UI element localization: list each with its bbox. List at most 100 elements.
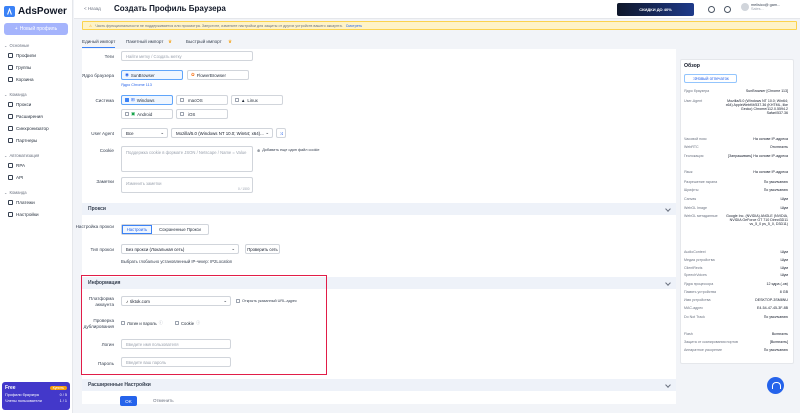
kernel-flowerbrowser[interactable]: ✿ FlowerBrowser bbox=[187, 70, 249, 80]
sidebar-item-groups[interactable]: Группы bbox=[8, 65, 31, 70]
tags-input[interactable]: Найти метку / Создать метку bbox=[121, 51, 253, 61]
sunbrowser-icon: ◉ bbox=[125, 72, 129, 77]
help-icon[interactable] bbox=[708, 6, 715, 13]
overview-row-key: Do Not Track bbox=[684, 315, 705, 319]
os-android[interactable]: ▣ Android bbox=[121, 109, 173, 119]
api-icon bbox=[8, 175, 13, 180]
ua-value: Mozilla/5.0 (Windows NT 10.0; Win64; x64… bbox=[176, 130, 264, 136]
highlight-box bbox=[81, 275, 327, 375]
sidebar-item-trash[interactable]: Корзина bbox=[8, 77, 34, 82]
tab-quick-import[interactable]: Быстрый импорт bbox=[186, 39, 222, 44]
sidebar-section-team[interactable]: ⌄ Команда bbox=[4, 92, 27, 97]
sidebar-item-label: RPA bbox=[16, 163, 26, 168]
sidebar-item-label: Корзина bbox=[16, 77, 34, 82]
cookie-textarea[interactable]: Поддержка cookie в формате JSON / Netsca… bbox=[121, 146, 253, 172]
ok-button[interactable]: OK bbox=[120, 396, 137, 406]
sidebar-item-proxy[interactable]: Прокси bbox=[8, 102, 31, 107]
sidebar-section-main[interactable]: ⌄ Основные bbox=[4, 43, 29, 48]
overview-row-value: SunBrowser [Chrome 113] bbox=[745, 89, 788, 93]
app-logo[interactable]: AdsPower bbox=[4, 4, 67, 18]
notes-textarea[interactable]: Изменить заметки bbox=[121, 177, 253, 193]
chevron-down-icon: ⌄ bbox=[231, 246, 235, 251]
sidebar-item-label: Расширения bbox=[16, 114, 43, 119]
notification-icon[interactable] bbox=[724, 6, 731, 13]
overview-row-key: WebGL Image bbox=[684, 206, 707, 210]
payments-icon bbox=[8, 200, 13, 205]
proxy-type-value: Без прокси (Локальная сеть) bbox=[126, 246, 185, 252]
plan-card: Free Купить Профили браузера 0 / 5 Члены п… bbox=[2, 382, 70, 410]
overview-row-value: По умолчанию bbox=[763, 180, 788, 184]
kernel-sunbrowser[interactable]: ◉ SunBrowser bbox=[121, 70, 183, 80]
advanced-section-header[interactable]: Расширенные Настройки bbox=[82, 379, 676, 391]
chevron-down-icon bbox=[665, 382, 671, 388]
new-fingerprint-button[interactable]: ⤨ Новый отпечаток bbox=[684, 74, 737, 83]
proxy-type-label: Тип прокси bbox=[90, 247, 114, 252]
add-cookie-file[interactable]: ⊕ Добавить еще один файл cookie bbox=[257, 148, 320, 153]
tab-single-import[interactable]: Единый импорт bbox=[82, 39, 115, 44]
new-profile-button[interactable]: + Новый профиль bbox=[4, 23, 68, 35]
cookie-label: Cookie bbox=[99, 148, 114, 153]
ua-select[interactable]: Mozilla/5.0 (Windows NT 10.0; Win64; x64… bbox=[171, 128, 273, 138]
ua-label: User Agent bbox=[91, 131, 114, 136]
shuffle-ua-button[interactable]: ⤨ bbox=[276, 128, 286, 138]
proxy-tab-configure[interactable]: Настроить bbox=[122, 225, 152, 234]
notes-label: Заметки bbox=[96, 179, 114, 184]
adspower-logo-icon bbox=[4, 5, 15, 17]
user-menu[interactable]: melisico@ gam... Sales... bbox=[741, 3, 780, 11]
overview-row-key: MAC-адрес bbox=[684, 306, 704, 310]
overview-row-key: Canvas bbox=[684, 197, 697, 201]
sidebar-item-label: Профили bbox=[16, 53, 37, 58]
overview-row-key: Шрифты bbox=[684, 188, 699, 192]
overview-row-value: DESKTOP-3SM8NU bbox=[755, 298, 788, 302]
chevron-icon: ⌄ bbox=[4, 43, 8, 48]
sidebar-item-settings[interactable]: Настройки bbox=[8, 212, 39, 217]
os-ios[interactable]: iOS bbox=[176, 109, 228, 119]
active-tab-indicator bbox=[82, 47, 115, 48]
overview-row-key: WebGL метаданные bbox=[684, 214, 718, 218]
overview-row-key: Имя устройства bbox=[684, 298, 711, 302]
overview-row-value: Шум bbox=[780, 206, 788, 210]
proxy-section-header[interactable]: Прокси bbox=[82, 203, 676, 215]
sidebar-item-extensions[interactable]: Расширения bbox=[8, 114, 43, 119]
cancel-button[interactable]: Отменить bbox=[153, 398, 174, 403]
sidebar-item-label: Группы bbox=[16, 65, 32, 70]
banner-link[interactable]: Смотреть bbox=[346, 24, 362, 28]
os-macos[interactable]: macOS bbox=[176, 95, 228, 105]
sidebar-item-label: Синхронизатор bbox=[16, 126, 49, 131]
warning-banner: ⚠ Часть функциональности не поддерживаетс… bbox=[82, 21, 797, 30]
sidebar-item-partners[interactable]: Партнеры bbox=[8, 138, 37, 143]
overview-row-value: Google Inc. (NVIDIA) ANGLE (NVIDIA, NVID… bbox=[726, 214, 788, 226]
new-profile-label: Новый профиль bbox=[19, 26, 58, 32]
linux-icon: ▲ bbox=[241, 97, 246, 103]
ua-version-select[interactable]: Все ⌄ bbox=[121, 128, 168, 138]
overview-row-value: Шум bbox=[780, 258, 788, 262]
sidebar-item-profiles[interactable]: Профили bbox=[8, 53, 36, 58]
sidebar-section-team-2[interactable]: ⌄ Команда bbox=[4, 190, 27, 195]
buy-button[interactable]: Купить bbox=[49, 386, 67, 390]
overview-title: Обзор bbox=[684, 63, 700, 69]
overview-row-key: User-Agent bbox=[684, 99, 703, 103]
back-link[interactable]: < Назад bbox=[84, 6, 101, 11]
tab-batch-import[interactable]: Пакетный импорт bbox=[126, 39, 163, 44]
overview-row-value: Шум bbox=[780, 266, 788, 270]
extensions-icon bbox=[8, 114, 13, 119]
sidebar-section-automation[interactable]: ⌄ Автоматизация bbox=[4, 153, 39, 158]
sidebar-item-api[interactable]: API bbox=[8, 175, 23, 180]
support-chat-button[interactable] bbox=[767, 377, 784, 394]
sidebar-item-synchronizer[interactable]: Синхронизатор bbox=[8, 126, 49, 131]
overview-row-value: По умолчанию bbox=[763, 188, 788, 192]
sidebar-item-label: Партнеры bbox=[16, 138, 38, 143]
sidebar-item-payments[interactable]: Платежи bbox=[8, 200, 35, 205]
sidebar-item-rpa[interactable]: RPA bbox=[8, 163, 25, 168]
os-windows[interactable]: ⊞ Windows bbox=[121, 95, 173, 105]
sidebar-item-label: Платежи bbox=[16, 200, 35, 205]
os-linux[interactable]: ▲ Linux bbox=[231, 95, 283, 105]
promo-banner[interactable]: СКИДКИ ДО 40% bbox=[617, 3, 694, 16]
check-network-button[interactable]: Проверить сеть bbox=[245, 244, 280, 254]
trash-icon bbox=[8, 77, 13, 82]
chevron-icon: ⌄ bbox=[4, 92, 8, 97]
proxy-type-select[interactable]: Без прокси (Локальная сеть) ⌄ bbox=[121, 244, 239, 254]
proxy-tab-saved[interactable]: Сохраненные Прокси bbox=[152, 225, 208, 234]
chevron-icon: ⌄ bbox=[4, 190, 8, 195]
plus-circle-icon: ⊕ bbox=[257, 149, 261, 153]
